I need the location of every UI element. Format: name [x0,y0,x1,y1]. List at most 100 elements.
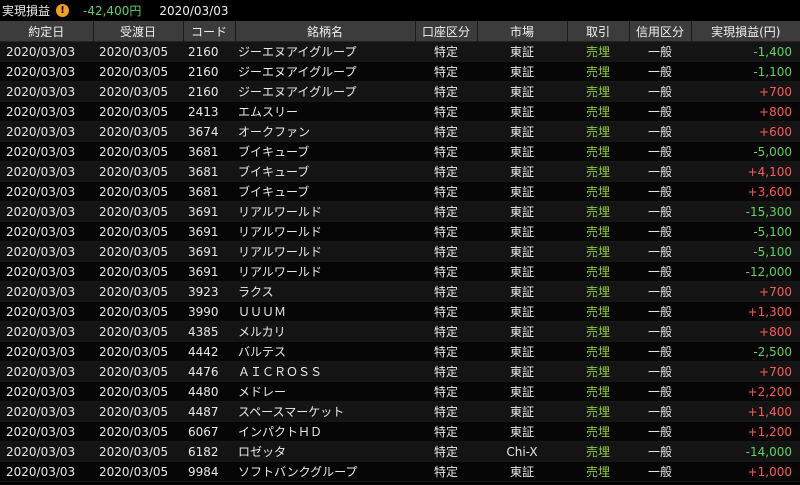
table-row[interactable]: 2020/03/03 2020/03/05 3681 ブイキューブ 特定 東証 売埋 一般 -5… [0,141,800,162]
market-cell: 東証 [477,121,567,142]
credit-type-cell: 一般 [629,421,691,442]
table-row[interactable]: 2020/03/03 2020/03/05 2160 ジーエヌアイグループ 特定 東証 売埋… [0,41,800,62]
name-cell: エムスリー [235,101,415,122]
code-cell: 6067 [183,421,235,442]
code-cell: 2413 [183,101,235,122]
column-header-trade-date[interactable]: 約定日 [0,21,93,42]
table-row[interactable]: 2020/03/03 2020/03/05 4476 ＡＩＣＲＯＳＳ 特定 東証 売埋 一般 +… [0,361,800,382]
table-row[interactable]: 2020/03/03 2020/03/05 3681 ブイキューブ 特定 東証 売埋 一般 +3… [0,181,800,202]
realized-pl-cell: -5,100 [691,241,800,262]
name-cell: リアルワールド [235,221,415,242]
table-row[interactable]: 2020/03/03 2020/03/05 4480 メドレー 特定 東証 売埋 一般 +2,2… [0,381,800,402]
market-cell: 東証 [477,61,567,82]
code-cell: 3691 [183,261,235,282]
table-row[interactable]: 2020/03/03 2020/03/05 3923 ラクス 特定 東証 売埋 一般 +700 [0,281,800,302]
table-row[interactable]: 2020/03/03 2020/03/05 3674 オークファン 特定 東証 売埋 一般 +6… [0,121,800,142]
settlement-date-cell: 2020/03/05 [93,181,183,202]
trade-date-cell: 2020/03/03 [0,41,93,62]
trade-date-cell: 2020/03/03 [0,341,93,362]
trade-cell: 売埋 [567,281,629,302]
credit-type-cell: 一般 [629,441,691,462]
settlement-date-cell: 2020/03/05 [93,421,183,442]
credit-type-cell: 一般 [629,61,691,82]
warning-icon[interactable]: ! [56,4,70,17]
account-type-cell: 特定 [415,341,477,362]
table-row[interactable]: 2020/03/03 2020/03/05 3681 ブイキューブ 特定 東証 売埋 一般 +4… [0,161,800,182]
trade-cell: 売埋 [567,421,629,442]
trade-date-cell: 2020/03/03 [0,81,93,102]
credit-type-cell: 一般 [629,221,691,242]
settlement-date-cell: 2020/03/05 [93,101,183,122]
settlement-date-cell: 2020/03/05 [93,61,183,82]
trade-date-cell: 2020/03/03 [0,441,93,462]
realized-pl-cell: +4,100 [691,161,800,182]
table-row[interactable]: 2020/03/03 2020/03/05 6182 ロゼッタ 特定 Chi-X 売埋 一般 -… [0,441,800,462]
trade-cell: 売埋 [567,61,629,82]
code-cell: 6182 [183,441,235,462]
table-row[interactable]: 2020/03/03 2020/03/05 2160 ジーエヌアイグループ 特定 東証 売埋… [0,81,800,102]
table-row[interactable]: 2020/03/03 2020/03/05 3691 リアルワールド 特定 東証 売埋 一般 -… [0,201,800,222]
trade-cell: 売埋 [567,141,629,162]
column-header-trade[interactable]: 取引 [566,21,629,42]
column-header-market[interactable]: 市場 [476,21,567,42]
account-type-cell: 特定 [415,181,477,202]
name-cell: ジーエヌアイグループ [235,61,415,82]
column-header-settlement-date[interactable]: 受渡日 [92,21,183,42]
table-row[interactable]: 2020/03/03 2020/03/05 3691 リアルワールド 特定 東証 売埋 一般 -… [0,221,800,242]
trade-date-cell: 2020/03/03 [0,461,93,482]
table-row[interactable]: 2020/03/03 2020/03/05 6067 インパクトＨＤ 特定 東証 売埋 一般 +… [0,421,800,442]
credit-type-cell: 一般 [629,261,691,282]
trade-cell: 売埋 [567,381,629,402]
market-cell: 東証 [477,461,567,482]
code-cell: 3681 [183,161,235,182]
summary-title: 実現損益 [2,4,51,18]
table-row[interactable]: 2020/03/03 2020/03/05 3691 リアルワールド 特定 東証 売埋 一般 -… [0,261,800,282]
name-cell: メドレー [235,381,415,402]
code-cell: 4385 [183,321,235,342]
column-header-realized-pl[interactable]: 実現損益(円) [690,21,800,42]
table-row[interactable]: 2020/03/03 2020/03/05 4442 バルテス 特定 東証 売埋 一般 -2,5… [0,341,800,362]
market-cell: 東証 [477,41,567,62]
market-cell: 東証 [477,281,567,302]
credit-type-cell: 一般 [629,241,691,262]
realized-pl-cell: -2,500 [691,341,800,362]
settlement-date-cell: 2020/03/05 [93,281,183,302]
table-row[interactable]: 2020/03/03 2020/03/05 2160 ジーエヌアイグループ 特定 東証 売埋… [0,61,800,82]
table-row[interactable]: 2020/03/03 2020/03/05 2413 エムスリー 特定 東証 売埋 一般 +80… [0,101,800,122]
table-row[interactable]: 2020/03/03 2020/03/05 3990 ＵＵＵＭ 特定 東証 売埋 一般 +1,3… [0,301,800,322]
table-row[interactable]: 2020/03/03 2020/03/05 3691 リアルワールド 特定 東証 売埋 一般 -… [0,241,800,262]
trade-cell: 売埋 [567,261,629,282]
name-cell: リアルワールド [235,241,415,262]
credit-type-cell: 一般 [629,301,691,322]
account-type-cell: 特定 [415,141,477,162]
realized-pl-cell: -12,000 [691,261,800,282]
name-cell: ＡＩＣＲＯＳＳ [235,361,415,382]
account-type-cell: 特定 [415,261,477,282]
trade-cell: 売埋 [567,401,629,422]
code-cell: 4476 [183,361,235,382]
market-cell: 東証 [477,401,567,422]
credit-type-cell: 一般 [629,401,691,422]
table-row[interactable]: 2020/03/03 2020/03/05 9984 ソフトバンクグループ 特定 東証 売埋… [0,461,800,482]
trade-cell: 売埋 [567,221,629,242]
credit-type-cell: 一般 [629,321,691,342]
name-cell: バルテス [235,341,415,362]
code-cell: 3990 [183,301,235,322]
market-cell: 東証 [477,141,567,162]
table-row[interactable]: 2020/03/03 2020/03/05 4487 スペースマーケット 特定 東証 売埋一… [0,401,800,422]
market-cell: 東証 [477,341,567,362]
name-cell: ブイキューブ [235,141,415,162]
table-row[interactable]: 2020/03/03 2020/03/05 4385 メルカリ 特定 東証 売埋 一般 +800 [0,321,800,342]
column-header-credit-type[interactable]: 信用区分 [628,21,691,42]
settlement-date-cell: 2020/03/05 [93,301,183,322]
column-header-code[interactable]: コード [182,21,235,42]
column-header-account-type[interactable]: 口座区分 [414,21,477,42]
trade-date-cell: 2020/03/03 [0,201,93,222]
trade-date-cell: 2020/03/03 [0,141,93,162]
code-cell: 3923 [183,281,235,302]
account-type-cell: 特定 [415,241,477,262]
realized-pl-cell: +700 [691,361,800,382]
realized-pl-cell: -14,000 [691,441,800,462]
trade-cell: 売埋 [567,321,629,342]
column-header-name[interactable]: 銘柄名 [234,21,415,42]
